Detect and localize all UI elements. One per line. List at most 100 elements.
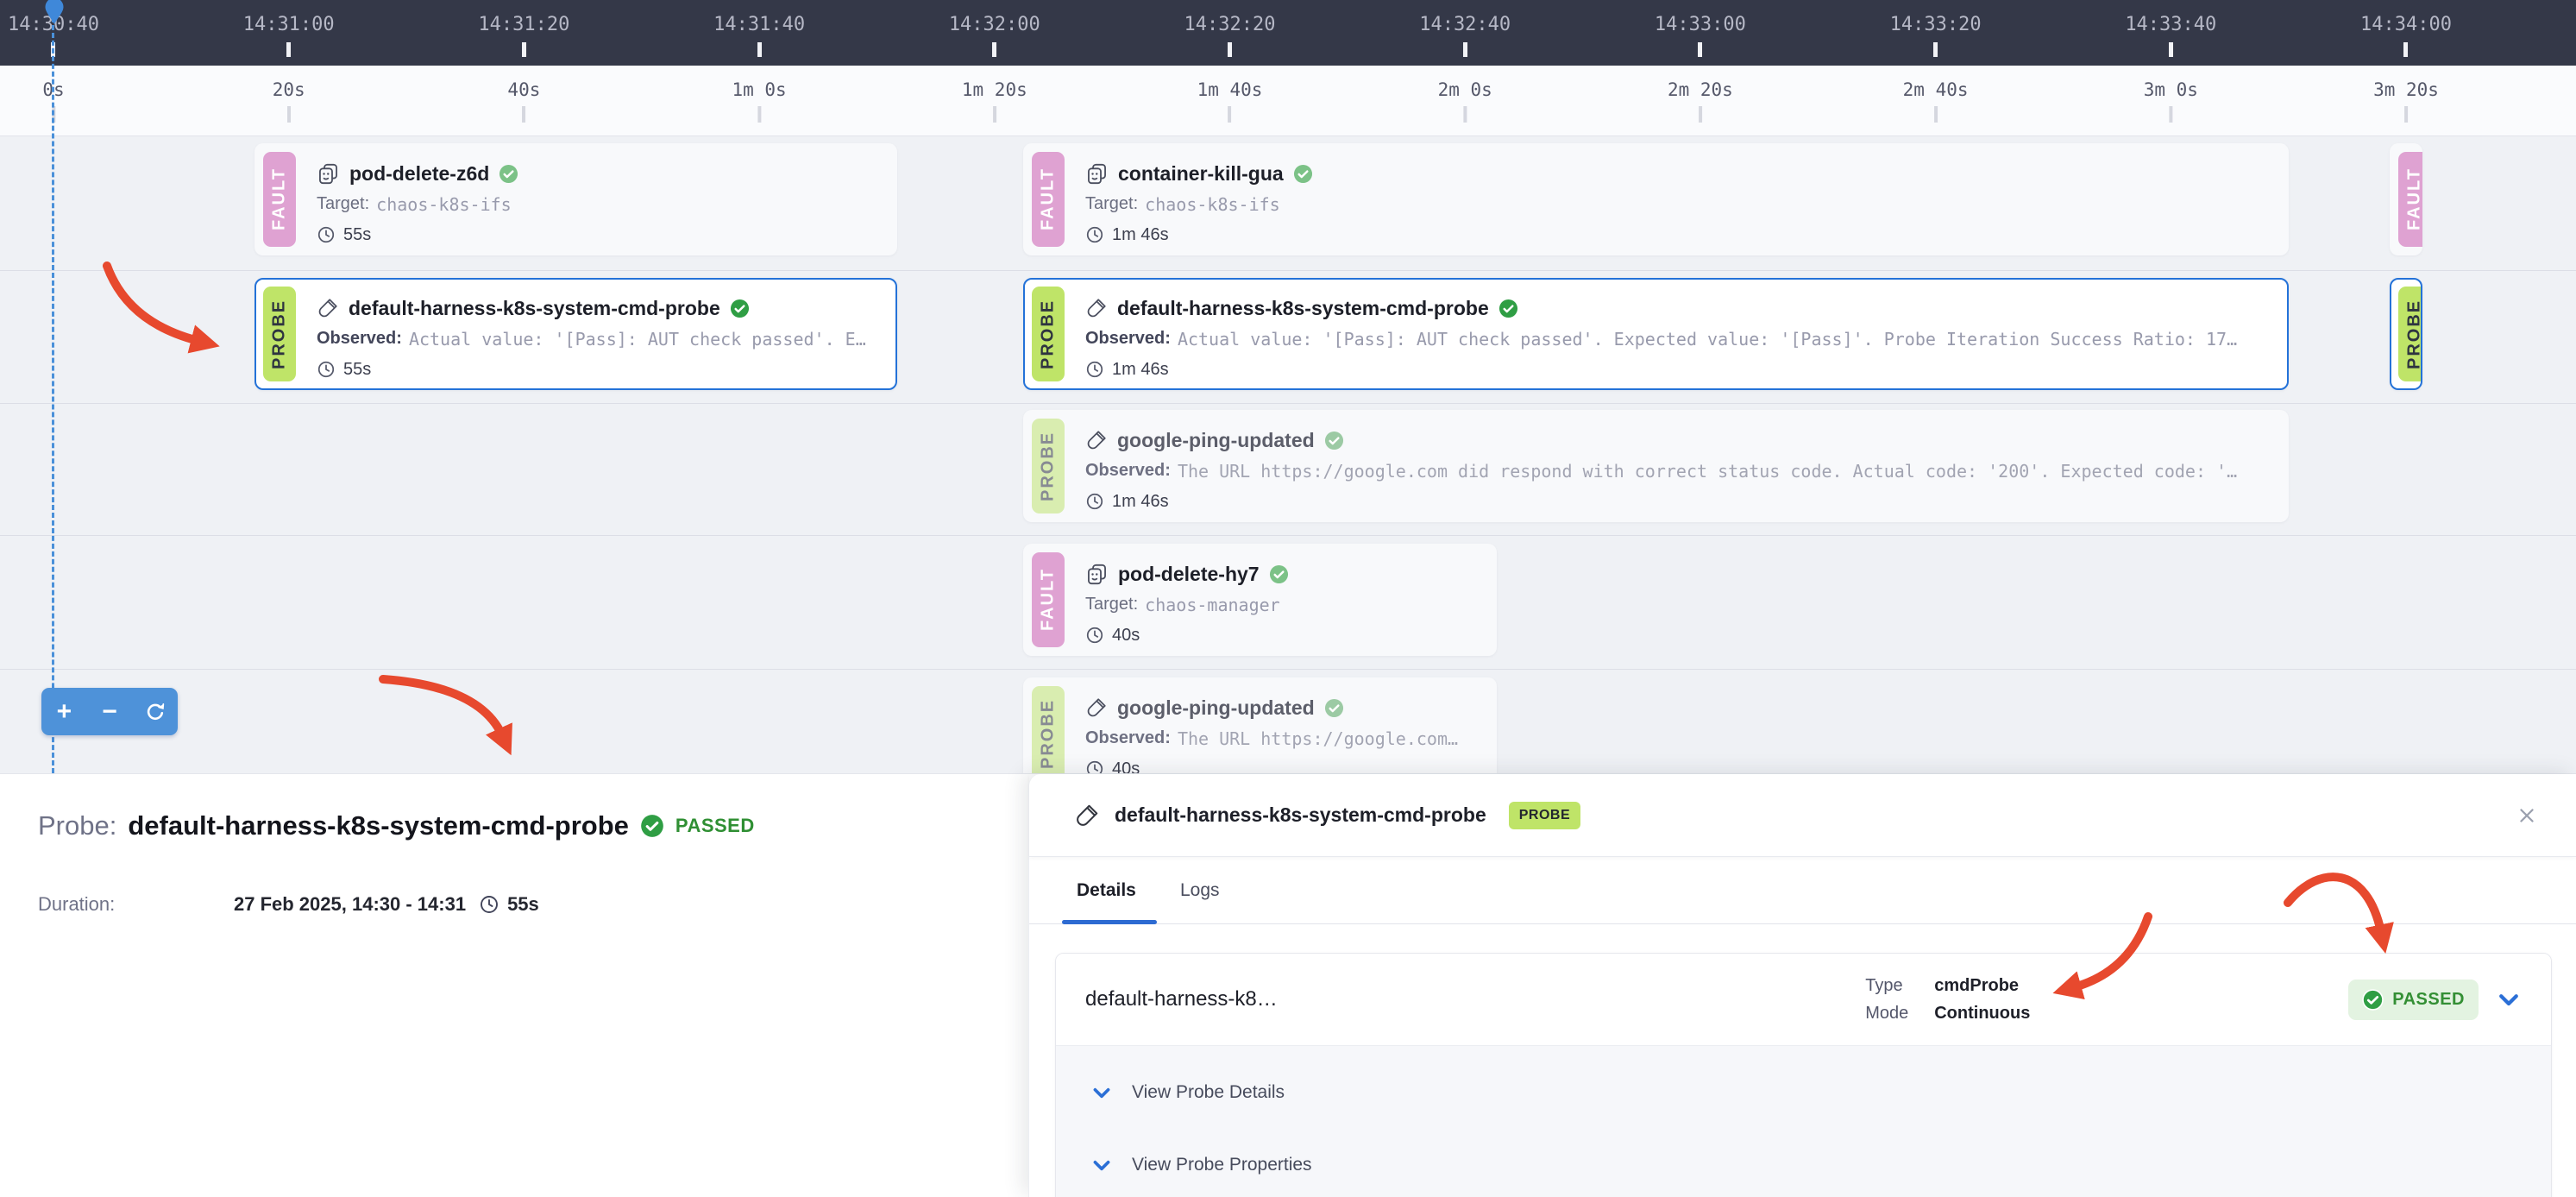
- duration-label: Duration:: [38, 893, 226, 916]
- tab-logs[interactable]: Logs: [1180, 857, 1220, 924]
- probe-card[interactable]: PROBE default-harness-k8s-system-cmd-prob…: [254, 278, 897, 390]
- duration-value: 55s: [343, 360, 371, 380]
- relative-time-label: 1m 40s: [1197, 79, 1263, 100]
- fault-badge: FAULT: [1032, 152, 1065, 247]
- duration-value: 1m 46s: [1112, 492, 1169, 512]
- fault-card[interactable]: FAULT: [2390, 143, 2422, 255]
- duration-value: 1m 46s: [1112, 360, 1169, 380]
- probe-summary-name: default-harness-k8s-system-cmd-probe: [128, 810, 629, 841]
- zoom-out-button[interactable]: −: [91, 688, 128, 735]
- card-duration-row: 1m 46s: [1085, 487, 2237, 513]
- target-label: Target:: [317, 194, 369, 214]
- card-title-row: default-harness-k8s-system-cmd-probe: [317, 293, 866, 323]
- playhead-pin[interactable]: [44, 0, 65, 25]
- clock-icon: [317, 225, 336, 244]
- panel-header: default-harness-k8s-system-cmd-probe PRO…: [1029, 774, 2576, 857]
- check-icon: [2362, 989, 2384, 1011]
- tick-mark: [1228, 106, 1231, 123]
- check-icon: [640, 814, 664, 838]
- probe-name-truncated: default-harness-k8…: [1085, 987, 1865, 1011]
- absolute-time-label: 14:31:20: [478, 14, 569, 35]
- relative-time-label: 20s: [273, 79, 305, 100]
- fault-card[interactable]: FAULT container-kill-guaTarget:chaos-k8s-…: [1023, 143, 2289, 255]
- relative-time-label: 2m 20s: [1668, 79, 1733, 100]
- tab-details[interactable]: Details: [1077, 857, 1136, 924]
- tick-mark: [1934, 106, 1938, 123]
- probe-icon: [1085, 297, 1108, 319]
- relative-time-label: 40s: [507, 79, 540, 100]
- duration-value: 40s: [1112, 626, 1140, 646]
- probe-icon: [317, 297, 339, 319]
- card-title-row: container-kill-gua: [1085, 159, 1313, 188]
- check-icon: [730, 299, 750, 318]
- card-meta-row: Target:chaos-k8s-ifs: [1085, 188, 1313, 220]
- card-body: default-harness-k8s-system-cmd-probeObse…: [1085, 287, 2237, 381]
- observed-label: Observed:: [317, 329, 402, 349]
- card-meta-row: Observed:Actual value: '[Pass]: AUT chec…: [1085, 323, 2237, 355]
- probe-card[interactable]: PROBEgoogle-ping-updatedObserved:The URL…: [1023, 677, 1497, 773]
- fault-card[interactable]: FAULTpod-delete-z6dTarget:chaos-k8s-ifs5…: [254, 143, 897, 255]
- absolute-time-tick: 14:34:00: [2360, 0, 2452, 57]
- absolute-time-tick: 14:32:00: [949, 0, 1040, 57]
- relative-time-tick: 20s: [273, 66, 305, 123]
- absolute-time-tick: 14:31:00: [243, 0, 335, 57]
- card-title-row: google-ping-updated: [1085, 693, 1458, 722]
- card-body: google-ping-updated Observed: The URL http…: [1085, 419, 2237, 513]
- link-label: View Probe Properties: [1132, 1155, 1312, 1175]
- clock-icon: [1085, 492, 1104, 511]
- observed-label: Observed:: [1085, 461, 1171, 481]
- view-probe-link[interactable]: View Probe Details: [1090, 1072, 2516, 1113]
- probe-card[interactable]: PROBEgoogle-ping-updatedObserved:The URL…: [1023, 410, 2289, 522]
- card-title-row: pod-delete-z6d: [317, 159, 518, 188]
- probe-icon: [1085, 696, 1108, 719]
- tick-mark: [1699, 106, 1702, 123]
- target-value: chaos-k8s-ifs: [1145, 194, 1280, 215]
- probe-badge: PROBE: [2398, 287, 2422, 381]
- fault-icon: [1085, 563, 1109, 586]
- active-tab-underline: [1062, 920, 1157, 924]
- reset-icon: [144, 701, 166, 723]
- tick-mark: [757, 42, 762, 57]
- card-title: google-ping-updated: [1117, 429, 1315, 452]
- close-icon[interactable]: [2516, 804, 2538, 827]
- fault-badge: FAULT: [2398, 152, 2422, 247]
- relative-time-tick: 3m 0s: [2144, 66, 2198, 123]
- probe-card[interactable]: PROBE: [2390, 278, 2422, 390]
- tab-label: Details: [1077, 880, 1136, 901]
- absolute-time-tick: 14:32:20: [1184, 0, 1276, 57]
- probe-details-panel: default-harness-k8s-system-cmd-probe PRO…: [1028, 774, 2576, 1197]
- zoom-reset-button[interactable]: [137, 688, 173, 735]
- absolute-time-label: 14:32:20: [1184, 14, 1276, 35]
- chaos-experiment-timeline-screen: 14:30:4014:31:0014:31:2014:31:4014:32:00…: [0, 0, 2576, 1197]
- timeline-canvas[interactable]: FAULTpod-delete-z6dTarget:chaos-k8s-ifs5…: [0, 136, 2576, 773]
- relative-time-label: 2m 0s: [1438, 79, 1492, 100]
- probe-kv-block: Type cmdProbe Mode Continuous: [1865, 976, 2348, 1024]
- link-label: View Probe Details: [1132, 1082, 1285, 1103]
- relative-time-bar: 0s20s40s1m 0s1m 20s1m 40s2m 0s2m 20s2m 4…: [0, 66, 2576, 136]
- card-duration-row: 40s: [1085, 754, 1458, 773]
- relative-time-tick: 1m 20s: [962, 66, 1027, 123]
- relative-time-tick: 2m 20s: [1668, 66, 1733, 123]
- absolute-time-tick: 14:33:20: [1890, 0, 1982, 57]
- probe-summary-status: PASSED: [675, 815, 755, 837]
- status-text: PASSED: [2392, 990, 2465, 1010]
- playhead-line[interactable]: [52, 17, 54, 773]
- chevron-down-icon[interactable]: [2496, 986, 2522, 1012]
- probe-card[interactable]: PROBEdefault-harness-k8s-system-cmd-prob…: [1023, 278, 2289, 390]
- view-probe-link[interactable]: View Probe Properties: [1090, 1144, 2516, 1186]
- tick-mark: [1463, 42, 1467, 57]
- chevron-down-icon: [1090, 1154, 1113, 1176]
- absolute-time-label: 14:32:40: [1419, 14, 1511, 35]
- check-icon: [1269, 564, 1289, 584]
- relative-time-label: 3m 20s: [2373, 79, 2439, 100]
- fault-card[interactable]: FAULTpod-delete-hy7Target:chaos-manager4…: [1023, 544, 1497, 656]
- zoom-in-button[interactable]: +: [46, 688, 82, 735]
- probe-badge: PROBE: [263, 287, 296, 381]
- observed-label: Observed:: [1085, 329, 1171, 349]
- relative-time-tick: 1m 0s: [732, 66, 786, 123]
- card-duration-row: 1m 46s: [1085, 220, 1313, 247]
- card-meta-row: Target:chaos-manager: [1085, 589, 1289, 621]
- observed-value: The URL https://google.com did respond w…: [1178, 461, 2237, 482]
- clock-icon: [1085, 626, 1104, 645]
- tick-mark: [992, 42, 996, 57]
